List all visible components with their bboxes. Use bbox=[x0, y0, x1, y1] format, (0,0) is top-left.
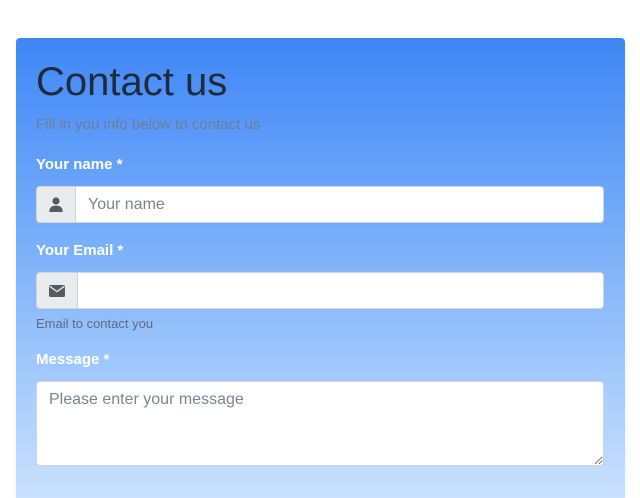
email-input-group bbox=[36, 272, 604, 309]
email-field[interactable] bbox=[77, 272, 604, 309]
message-textarea[interactable] bbox=[36, 381, 604, 466]
page-title: Contact us bbox=[36, 60, 228, 104]
name-label: Your name * bbox=[36, 156, 123, 173]
envelope-icon bbox=[36, 272, 77, 309]
user-icon bbox=[36, 186, 75, 223]
message-label: Message * bbox=[36, 351, 110, 368]
email-label: Your Email * bbox=[36, 242, 124, 259]
name-input-group bbox=[36, 186, 604, 223]
page-subtitle: Fill in you info below to contact us bbox=[36, 116, 261, 133]
name-field[interactable] bbox=[75, 186, 604, 223]
email-help-text: Email to contact you bbox=[36, 316, 154, 331]
